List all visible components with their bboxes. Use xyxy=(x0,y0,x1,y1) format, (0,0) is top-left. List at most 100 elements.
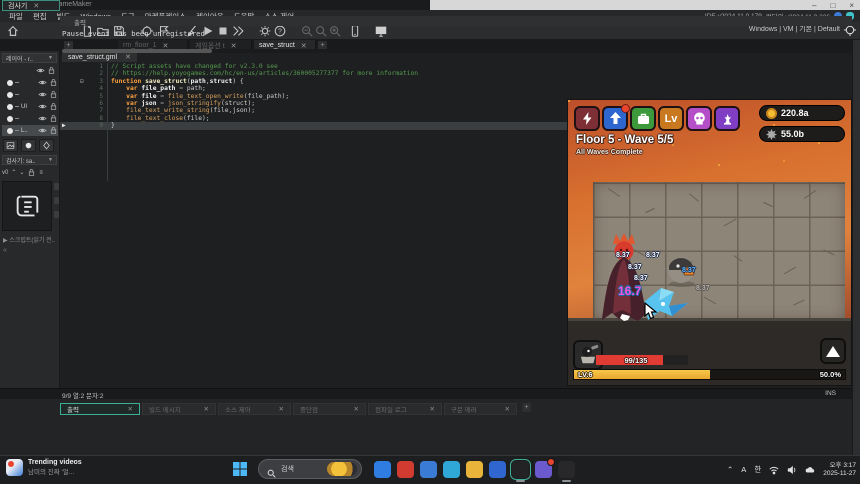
device-icon[interactable] xyxy=(348,24,362,38)
code-line-1[interactable]: 1// Script assets have changed for v2.3.… xyxy=(60,63,848,70)
game-button-trophy[interactable] xyxy=(714,106,740,131)
output-tab-빌드 메시지[interactable]: 빌드 메시지✕ xyxy=(142,403,216,415)
lock-icon[interactable] xyxy=(49,114,58,123)
background-layer-button[interactable] xyxy=(3,139,18,152)
eye-icon[interactable] xyxy=(38,126,47,135)
version-label: v0 xyxy=(2,170,8,176)
script-tool-icon[interactable] xyxy=(54,211,59,218)
windows-preview-icon[interactable] xyxy=(374,24,388,38)
layer-row-3[interactable] xyxy=(2,113,58,124)
onedrive-cloud-icon[interactable] xyxy=(805,465,815,475)
close-icon[interactable]: ✕ xyxy=(430,405,435,413)
layer-row-1[interactable] xyxy=(2,89,58,100)
layer-row-UI[interactable]: UI xyxy=(2,101,58,112)
close-icon[interactable]: ✕ xyxy=(125,53,131,61)
debug-icon[interactable] xyxy=(231,24,245,38)
taskbar-app-file-explorer[interactable] xyxy=(466,461,483,478)
zoom-in-icon[interactable] xyxy=(328,24,342,38)
script-preview[interactable] xyxy=(2,181,52,231)
taskbar-app-copilot[interactable] xyxy=(374,461,391,478)
output-log-line: Pause event has been unregistered xyxy=(62,29,205,38)
lock-icon[interactable] xyxy=(49,126,58,135)
output-tab-출력[interactable]: 출력✕ xyxy=(60,403,140,415)
fold-icon[interactable]: ⊟ xyxy=(80,78,87,85)
chevron-down-icon[interactable]: ⌄ xyxy=(19,169,24,176)
layer-row-0[interactable] xyxy=(2,77,58,88)
taskbar-app-gamemaker-running[interactable] xyxy=(512,461,529,478)
help-icon[interactable]: ? xyxy=(273,24,287,38)
game-button-enemies[interactable] xyxy=(686,106,712,131)
start-button[interactable] xyxy=(232,461,248,477)
ime-korean-indicator[interactable]: 한 xyxy=(754,464,761,475)
clock[interactable]: 오후 3:17 2025-11-27 xyxy=(823,462,856,478)
close-icon[interactable]: ✕ xyxy=(279,405,284,413)
zoom-out-icon[interactable] xyxy=(300,24,314,38)
instance-layer-button[interactable] xyxy=(21,139,36,152)
output-tab-소스 제어[interactable]: 소스 제어✕ xyxy=(218,403,291,415)
script-tool-icon[interactable] xyxy=(54,183,59,190)
eye-icon[interactable] xyxy=(38,114,47,123)
menu-파일[interactable]: 파일 xyxy=(4,11,28,22)
eye-icon[interactable] xyxy=(38,90,47,99)
taskbar-app-discord[interactable] xyxy=(535,461,552,478)
settings-icon[interactable] xyxy=(258,24,272,38)
close-icon[interactable]: × xyxy=(849,1,854,10)
add-output-tab-button[interactable]: + xyxy=(522,403,531,412)
layers-dropdown[interactable]: 레이어 - r.. ▼ xyxy=(2,53,57,63)
hidden-icons-chevron[interactable]: ⌃ xyxy=(727,465,733,474)
menu-편집[interactable]: 편집 xyxy=(28,11,52,22)
game-button-inventory[interactable] xyxy=(630,106,656,131)
minimize-icon[interactable]: – xyxy=(812,1,816,10)
code-line-2[interactable]: 2// https://help.yoyogames.com/hc/en-us/… xyxy=(60,70,848,77)
zoom-reset-icon[interactable] xyxy=(314,24,328,38)
tile-layer-button[interactable] xyxy=(39,139,54,152)
volume-icon[interactable] xyxy=(787,465,797,475)
game-button-upgrade[interactable] xyxy=(602,106,628,131)
mouse-cursor xyxy=(644,302,658,320)
close-icon[interactable]: ✕ xyxy=(354,405,359,413)
code-line-4[interactable]: 4 var file_path = path; xyxy=(60,85,848,92)
game-button-power[interactable] xyxy=(574,106,600,131)
close-icon[interactable]: ✕ xyxy=(505,405,510,413)
stop-icon[interactable] xyxy=(216,24,230,38)
taskbar-app-app-red-diamond[interactable] xyxy=(397,461,414,478)
lock-icon[interactable] xyxy=(49,90,58,99)
collapse-icon[interactable]: « xyxy=(3,247,7,254)
output-subtab-label[interactable]: 출력 xyxy=(74,17,86,27)
close-icon[interactable]: ✕ xyxy=(128,405,133,413)
script-tool-icon[interactable] xyxy=(54,197,59,204)
output-scrollbar[interactable] xyxy=(60,49,852,53)
code-line-5[interactable]: 5 var file = file_text_open_write(file_p… xyxy=(60,93,848,100)
maximize-icon[interactable]: □ xyxy=(830,1,835,10)
taskbar-app-ms-store[interactable] xyxy=(420,461,437,478)
close-icon[interactable]: ✕ xyxy=(33,2,39,10)
weather-widget[interactable]: Trending videos 남미의 진짜 '얼... xyxy=(6,459,82,476)
layer-row-L..[interactable]: L.. xyxy=(2,125,58,136)
upgrade-arrow-button[interactable] xyxy=(820,338,846,364)
lock-icon[interactable] xyxy=(49,102,58,111)
ime-latin-indicator[interactable]: A xyxy=(741,465,746,474)
scrollbar-thumb[interactable] xyxy=(62,49,212,53)
output-tab-컴파일 로그[interactable]: 컴파일 로그✕ xyxy=(368,403,442,415)
taskbar-app-gamemaker-active[interactable] xyxy=(558,461,575,478)
taskbar-app-blue-tool[interactable] xyxy=(489,461,506,478)
script-readonly-label[interactable]: ▶ 스크립트(읽기 전.. xyxy=(3,235,59,244)
eye-icon[interactable] xyxy=(38,78,47,87)
inspector-dropdown[interactable]: 검사기: sa.. ▼ xyxy=(2,155,57,165)
lock-icon[interactable] xyxy=(27,168,36,177)
chevron-up-icon[interactable]: ⌃ xyxy=(11,169,16,176)
search-highlight-image[interactable] xyxy=(327,462,357,476)
search-input[interactable]: 검색 xyxy=(258,459,362,479)
eye-icon[interactable] xyxy=(38,102,47,111)
game-button-level[interactable]: Lv xyxy=(658,106,684,131)
window-controls[interactable]: – □ × xyxy=(812,0,858,10)
menu-icon[interactable]: ≡ xyxy=(39,170,43,176)
wifi-icon[interactable] xyxy=(769,465,779,475)
taskbar-app-edge[interactable] xyxy=(443,461,460,478)
output-tab-중단점[interactable]: 중단점✕ xyxy=(293,403,366,415)
tab-inspector[interactable]: 검사기 ✕ xyxy=(2,0,60,11)
output-tab-구문 에러[interactable]: 구문 에러✕ xyxy=(444,403,517,415)
close-icon[interactable]: ✕ xyxy=(204,405,209,413)
home-icon[interactable] xyxy=(6,24,20,38)
lock-icon[interactable] xyxy=(49,78,58,87)
